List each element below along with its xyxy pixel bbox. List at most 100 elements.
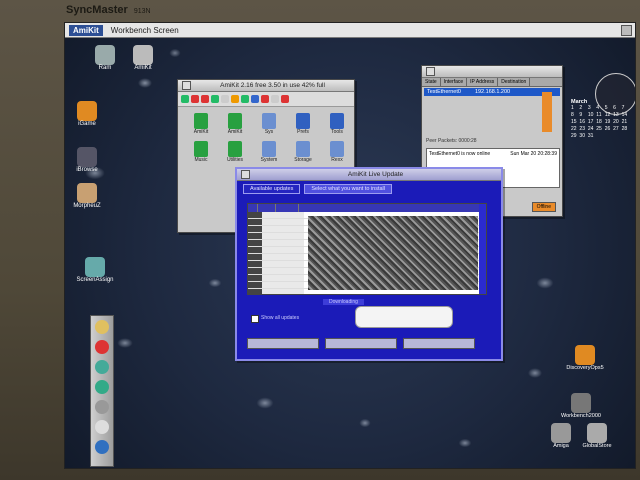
calendar-day[interactable]: 15	[571, 119, 578, 125]
toolbar-button-icon[interactable]	[221, 95, 229, 103]
drawer-icon[interactable]: Tools	[322, 113, 352, 135]
network-window-titlebar[interactable]	[422, 66, 562, 78]
drawer-icon[interactable]: Sys	[254, 113, 284, 135]
toolbar-button-icon[interactable]	[261, 95, 269, 103]
calendar-day[interactable]: 12	[605, 112, 612, 118]
calendar-day[interactable]: 24	[588, 126, 595, 132]
calendar-day[interactable]: 9	[579, 112, 586, 118]
update-list-content	[308, 216, 478, 290]
update-list-scrollbar[interactable]	[479, 204, 486, 294]
calendar-day[interactable]: 21	[622, 119, 629, 125]
tab-select-install[interactable]: Select what you want to install	[304, 184, 393, 194]
toolbar-button-icon[interactable]	[271, 95, 279, 103]
update-button-1[interactable]	[247, 338, 319, 349]
drawer-icon[interactable]: Storage	[288, 141, 318, 163]
desktop-icon[interactable]: DiscoveryOps5	[565, 345, 605, 371]
calendar-day[interactable]: 17	[588, 119, 595, 125]
toolbar-button-icon[interactable]	[231, 95, 239, 103]
update-button-2[interactable]	[325, 338, 397, 349]
calendar-day[interactable]: 31	[588, 133, 595, 139]
update-row-flag	[248, 233, 262, 239]
desktop-icon[interactable]: ScreenAssign	[75, 257, 115, 283]
workbench-screen[interactable]: AmiKit Workbench Screen Ram AmiKit iGame iB…	[64, 22, 636, 469]
amikit-logo[interactable]: AmiKit	[69, 24, 103, 36]
desktop-icon[interactable]: iBrowse	[67, 147, 107, 173]
drawer-icon[interactable]: AmiKit	[220, 113, 250, 135]
drawer-icon[interactable]: System	[254, 141, 284, 163]
desktop-icon[interactable]: GlobalStore	[577, 423, 617, 449]
calendar-day[interactable]: 28	[622, 126, 629, 132]
close-gadget[interactable]	[241, 170, 250, 179]
col-header[interactable]	[276, 204, 299, 212]
monitor-bezel: SyncMaster 913N AmiKit Workbench Screen …	[0, 0, 640, 480]
tab-available-updates[interactable]: Available updates	[243, 184, 301, 194]
dock-app-icon[interactable]	[95, 420, 109, 434]
update-button-3[interactable]	[403, 338, 475, 349]
desktop-icon[interactable]: MorpheuZ	[67, 183, 107, 209]
desktop-icon[interactable]: Workbench2000	[561, 393, 601, 419]
calendar-day[interactable]: 2	[579, 105, 586, 111]
drawer-icon[interactable]: Music	[186, 141, 216, 163]
dock-app-icon[interactable]	[95, 380, 109, 394]
toolbar-button-icon[interactable]	[191, 95, 199, 103]
toolbar-button-icon[interactable]	[251, 95, 259, 103]
network-column-header[interactable]: Destination	[498, 78, 531, 86]
calendar-day[interactable]: 7	[622, 105, 629, 111]
dock-app-icon[interactable]	[95, 340, 109, 354]
dock-app-icon[interactable]	[95, 440, 109, 454]
calendar-day[interactable]: 1	[571, 105, 578, 111]
calendar-day[interactable]: 26	[605, 126, 612, 132]
calendar-day[interactable]: 8	[571, 112, 578, 118]
toolbar-button-icon[interactable]	[211, 95, 219, 103]
desktop-icon[interactable]: iGame	[67, 101, 107, 127]
close-gadget[interactable]	[426, 67, 435, 76]
toolbar-button-icon[interactable]	[181, 95, 189, 103]
calendar-day[interactable]: 11	[596, 112, 603, 118]
calendar-day[interactable]: 27	[613, 126, 620, 132]
calendar-day[interactable]: 18	[596, 119, 603, 125]
calendar-day[interactable]: 25	[596, 126, 603, 132]
dock-app-icon[interactable]	[95, 360, 109, 374]
calendar-day[interactable]: 13	[613, 112, 620, 118]
calendar-day[interactable]: 16	[579, 119, 586, 125]
calendar-day[interactable]: 6	[613, 105, 620, 111]
drawer-icon[interactable]: Utilities	[220, 141, 250, 163]
network-column-header[interactable]: State	[422, 78, 441, 86]
network-interface-row[interactable]: TestEthernet0 192.168.1.200	[424, 88, 560, 96]
desktop-icon[interactable]: AmiKit	[123, 45, 163, 71]
screen-depth-gadget[interactable]	[621, 25, 632, 36]
dock-app-icon[interactable]	[95, 400, 109, 414]
calendar-day[interactable]: 10	[588, 112, 595, 118]
toolbar-button-icon[interactable]	[281, 95, 289, 103]
calendar-day[interactable]: 5	[605, 105, 612, 111]
network-column-header[interactable]: IP Address	[467, 78, 499, 86]
amikit-window-titlebar[interactable]: AmiKit 2.16 free 3.50 in use 42% full	[178, 80, 354, 92]
dock-app-icon[interactable]	[95, 320, 109, 334]
col-header[interactable]	[248, 204, 259, 212]
calendar-day[interactable]: 14	[622, 112, 629, 118]
calendar-day[interactable]: 19	[605, 119, 612, 125]
calendar-day[interactable]: 4	[596, 105, 603, 111]
offline-button[interactable]: Offline	[531, 202, 556, 212]
col-header[interactable]	[258, 204, 276, 212]
calendar-day[interactable]: 22	[571, 126, 578, 132]
drawer-icon[interactable]: Prefs	[288, 113, 318, 135]
calendar-day[interactable]: 30	[579, 133, 586, 139]
drawer-icon[interactable]: AmiKit	[186, 113, 216, 135]
live-update-window[interactable]: AmiKit Live Update Available updates Sel…	[235, 167, 503, 361]
calendar-day[interactable]: 20	[613, 119, 620, 125]
show-all-checkbox[interactable]	[251, 315, 259, 323]
drawer-icon[interactable]: Rexx	[322, 141, 352, 163]
desktop-icon[interactable]: Ram	[85, 45, 125, 71]
menu-bar[interactable]: AmiKit Workbench Screen	[65, 23, 635, 38]
update-window-titlebar[interactable]: AmiKit Live Update	[237, 169, 501, 181]
toolbar-button-icon[interactable]	[201, 95, 209, 103]
toolbar-button-icon[interactable]	[241, 95, 249, 103]
close-gadget[interactable]	[182, 81, 191, 90]
calendar-day[interactable]: 29	[571, 133, 578, 139]
calendar-day[interactable]: 3	[588, 105, 595, 111]
desktop-icon[interactable]: Amiga	[541, 423, 581, 449]
update-list[interactable]	[247, 203, 487, 295]
calendar-day[interactable]: 23	[579, 126, 586, 132]
network-column-header[interactable]: Interface	[441, 78, 468, 86]
